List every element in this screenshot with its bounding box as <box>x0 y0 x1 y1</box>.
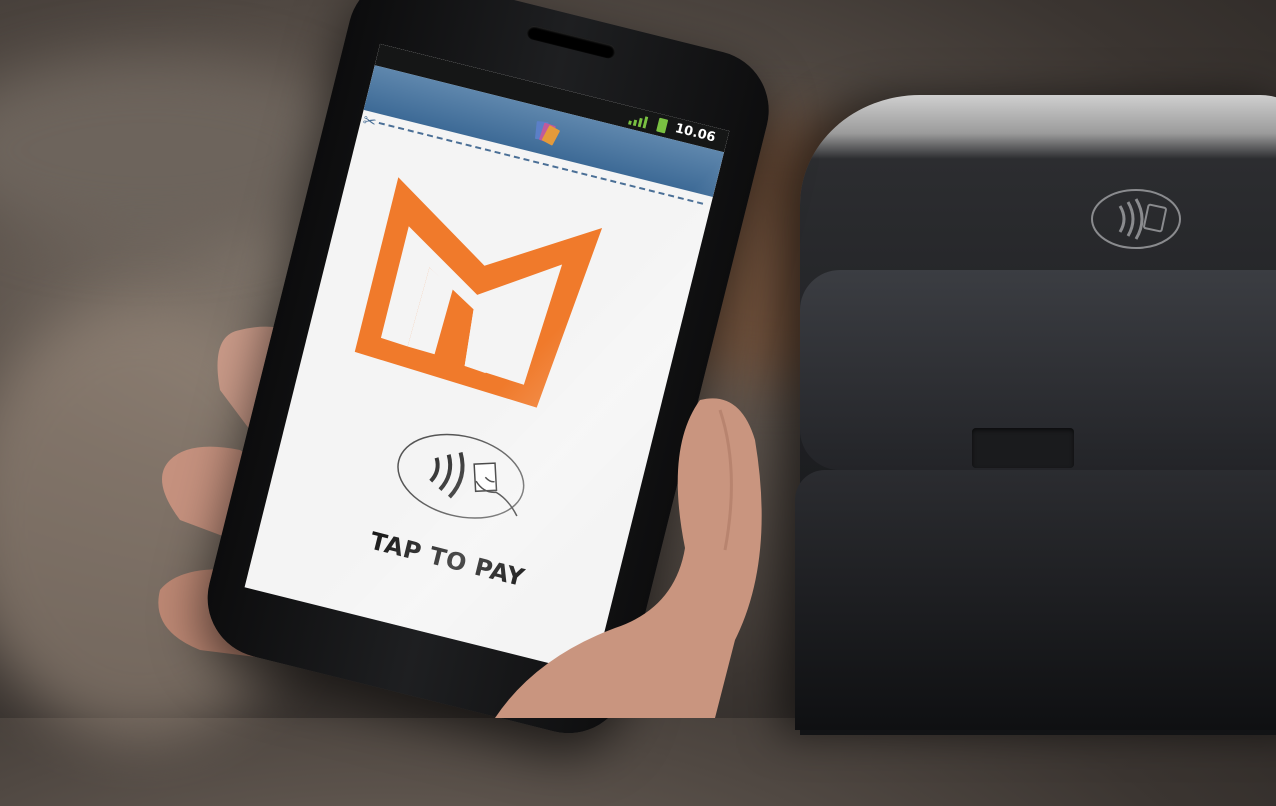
contactless-icon <box>1091 189 1181 249</box>
wallet-cards-icon[interactable] <box>531 116 563 148</box>
hand-palm <box>495 398 762 718</box>
scissors-icon: ✂ <box>360 110 379 133</box>
signal-bars-icon <box>627 116 649 129</box>
terminal-lower <box>795 470 1276 730</box>
card-slot <box>972 428 1074 468</box>
battery-icon <box>656 117 669 134</box>
